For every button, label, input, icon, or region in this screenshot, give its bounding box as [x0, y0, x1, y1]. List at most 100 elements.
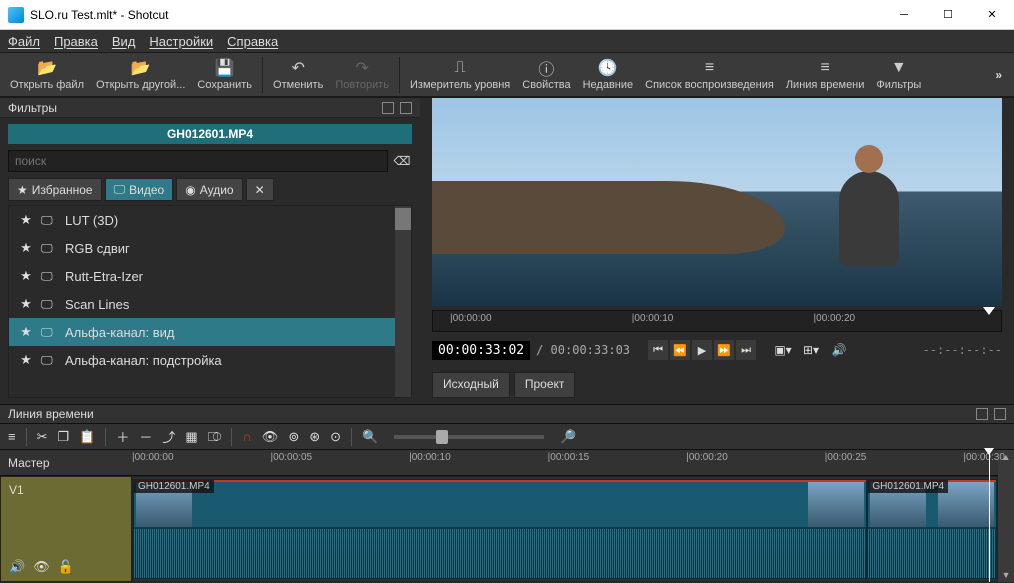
toolbar-свойства[interactable]: ⓘСвойства [516, 53, 576, 97]
scrub-toggle[interactable]: 👁 [262, 429, 279, 445]
toolbar-сохранить[interactable]: 💾Сохранить [191, 53, 258, 97]
overwrite-button[interactable]: ▦ [185, 429, 197, 445]
favorite-star-icon[interactable]: ★ [19, 240, 33, 256]
lift-button[interactable]: ⤴ [162, 427, 175, 446]
favorite-star-icon[interactable]: ★ [19, 352, 33, 368]
favorite-star-icon[interactable]: ★ [19, 212, 33, 228]
append-button[interactable]: ＋ [116, 427, 129, 446]
zoom-in-button[interactable]: 🔎 [560, 429, 576, 445]
timeline-menu-button[interactable]: ≡ [8, 429, 16, 444]
source-tab[interactable]: Исходный [432, 372, 510, 398]
toolbar-label: Недавние [583, 79, 634, 91]
grid-dropdown-button[interactable]: ⊞▾ [800, 340, 822, 360]
panel-close-button[interactable] [400, 102, 412, 114]
filter-tab-Аудио[interactable]: ◉Аудио [176, 178, 242, 201]
clear-search-icon[interactable]: ⌫ [392, 151, 412, 171]
favorite-star-icon[interactable]: ★ [19, 268, 33, 284]
toolbar-недавние[interactable]: 🕓Недавние [577, 53, 640, 97]
rewind-button[interactable]: ⏪ [670, 340, 690, 360]
project-tab[interactable]: Проект [514, 372, 576, 398]
maximize-button[interactable]: ☐ [926, 0, 970, 30]
toolbar-фильтры[interactable]: ▼ Фильтры [870, 53, 927, 97]
favorite-star-icon[interactable]: ★ [19, 324, 33, 340]
filter-tab-close[interactable]: ✕ [246, 178, 274, 201]
toolbar-линия-времени[interactable]: ≡Линия времени [780, 53, 871, 97]
filter-item-label: Scan Lines [65, 297, 129, 312]
split-button[interactable]: ⎄ [208, 429, 222, 445]
timeline-scrollbar[interactable]: ▲▼ [998, 450, 1014, 582]
filter-tab-Видео[interactable]: 🖵Видео [105, 178, 174, 201]
skip-previous-button[interactable]: ⏮ [648, 340, 668, 360]
play-button[interactable]: ▶ [692, 340, 712, 360]
fast-forward-button[interactable]: ⏩ [714, 340, 734, 360]
toolbar-измеритель-уровня[interactable]: ⎍Измеритель уровня [404, 53, 516, 97]
menu-settings[interactable]: Настройки [149, 34, 213, 49]
menu-help[interactable]: Справка [227, 34, 278, 49]
filter-item[interactable]: ★🖵Альфа-канал: вид [9, 318, 395, 346]
panel-float-button[interactable] [382, 102, 394, 114]
toolbar-icon: ▼ [891, 59, 907, 77]
filter-tab-Избранное[interactable]: ★Избранное [8, 178, 102, 201]
minimize-button[interactable]: ─ [882, 0, 926, 30]
toolbar-overflow-button[interactable]: » [987, 68, 1010, 82]
toolbar-список-воспроизведения[interactable]: ≡Список воспроизведения [639, 53, 780, 97]
timeline-clip[interactable]: GH012601.MP4 [867, 479, 997, 579]
ruler-tick: |00:00:20 [814, 313, 856, 324]
filter-search-input[interactable] [8, 150, 388, 172]
player-playhead-icon[interactable] [983, 307, 995, 315]
menu-file[interactable]: Файл [8, 34, 40, 49]
toolbar-отменить[interactable]: ↶Отменить [267, 53, 329, 97]
ripple-toggle[interactable]: ⊚ [288, 429, 299, 445]
toolbar-открыть-файл[interactable]: 📂Открыть файл [4, 53, 90, 97]
snap-toggle-icon[interactable]: ∩ [242, 429, 251, 444]
hide-icon[interactable]: 👁 [33, 559, 50, 575]
player-scrub-ruler[interactable]: |00:00:00|00:00:10|00:00:20 [432, 310, 1002, 332]
master-track-label[interactable]: Мастер [0, 450, 132, 476]
filter-item[interactable]: ★🖵Scan Lines [9, 290, 395, 318]
remove-button[interactable]: － [139, 427, 152, 446]
close-button[interactable]: ✕ [970, 0, 1014, 30]
menu-edit[interactable]: Правка [54, 34, 98, 49]
zoom-out-button[interactable]: 🔍 [362, 429, 378, 445]
mute-icon[interactable]: 🔊 [9, 559, 25, 575]
filters-panel-header: Фильтры [0, 98, 420, 118]
timeline-ruler[interactable]: |00:00:00|00:00:05|00:00:10|00:00:15|00:… [132, 450, 998, 476]
timeline-close-button[interactable] [994, 408, 1006, 420]
video-track-header[interactable]: V1 🔊 👁 🔓 [0, 476, 132, 582]
filter-item[interactable]: ★🖵Rutt-Etra-Izer [9, 262, 395, 290]
timeline-clip[interactable]: GH012601.MP4 [133, 479, 867, 579]
timeline-playhead-icon[interactable] [984, 448, 994, 455]
paste-button[interactable]: 📋 [79, 429, 95, 445]
filter-item[interactable]: ★🖵LUT (3D) [9, 206, 395, 234]
tab-icon: ◉ [185, 183, 195, 197]
toolbar-label: Измеритель уровня [410, 79, 510, 91]
player-controls: 00:00:33:02 / 00:00:33:03 ⏮ ⏪ ▶ ⏩ ⏭ ▣▾ ⊞… [432, 336, 1002, 364]
skip-next-button[interactable]: ⏭ [736, 340, 756, 360]
timeline-ruler-tick: |00:00:15 [548, 452, 590, 463]
timeline-float-button[interactable] [976, 408, 988, 420]
menu-view[interactable]: Вид [112, 34, 136, 49]
toolbar-открыть-другой-[interactable]: 📂Открыть другой... [90, 53, 191, 97]
copy-button[interactable]: ❐ [58, 429, 70, 445]
ripple-markers-toggle[interactable]: ⊙ [330, 429, 341, 445]
lock-icon[interactable]: 🔓 [58, 559, 74, 575]
filter-item-label: Rutt-Etra-Izer [65, 269, 143, 284]
video-track[interactable]: GH012601.MP4GH012601.MP4 [132, 476, 998, 582]
ripple-all-toggle[interactable]: ⊛ [309, 429, 320, 445]
volume-button[interactable]: 🔊 [828, 340, 850, 360]
current-timecode[interactable]: 00:00:33:02 [432, 341, 530, 360]
toolbar-label: Фильтры [876, 79, 921, 91]
toolbar-повторить[interactable]: ↷Повторить [329, 53, 395, 97]
favorite-star-icon[interactable]: ★ [19, 296, 33, 312]
video-preview[interactable] [432, 98, 1002, 306]
zoom-slider[interactable] [394, 435, 544, 439]
zoom-dropdown-button[interactable]: ▣▾ [772, 340, 794, 360]
filter-type-icon: 🖵 [41, 353, 57, 368]
filter-item[interactable]: ★🖵RGB сдвиг [9, 234, 395, 262]
cut-button[interactable]: ✂ [37, 429, 48, 445]
ruler-tick: |00:00:10 [632, 313, 674, 324]
filter-list-scrollbar[interactable] [395, 206, 411, 397]
filter-item-label: Альфа-канал: подстройка [65, 353, 222, 368]
toolbar-icon: 📂 [37, 59, 57, 77]
filter-item[interactable]: ★ 🖵 Альфа-канал: подстройка [9, 346, 395, 374]
